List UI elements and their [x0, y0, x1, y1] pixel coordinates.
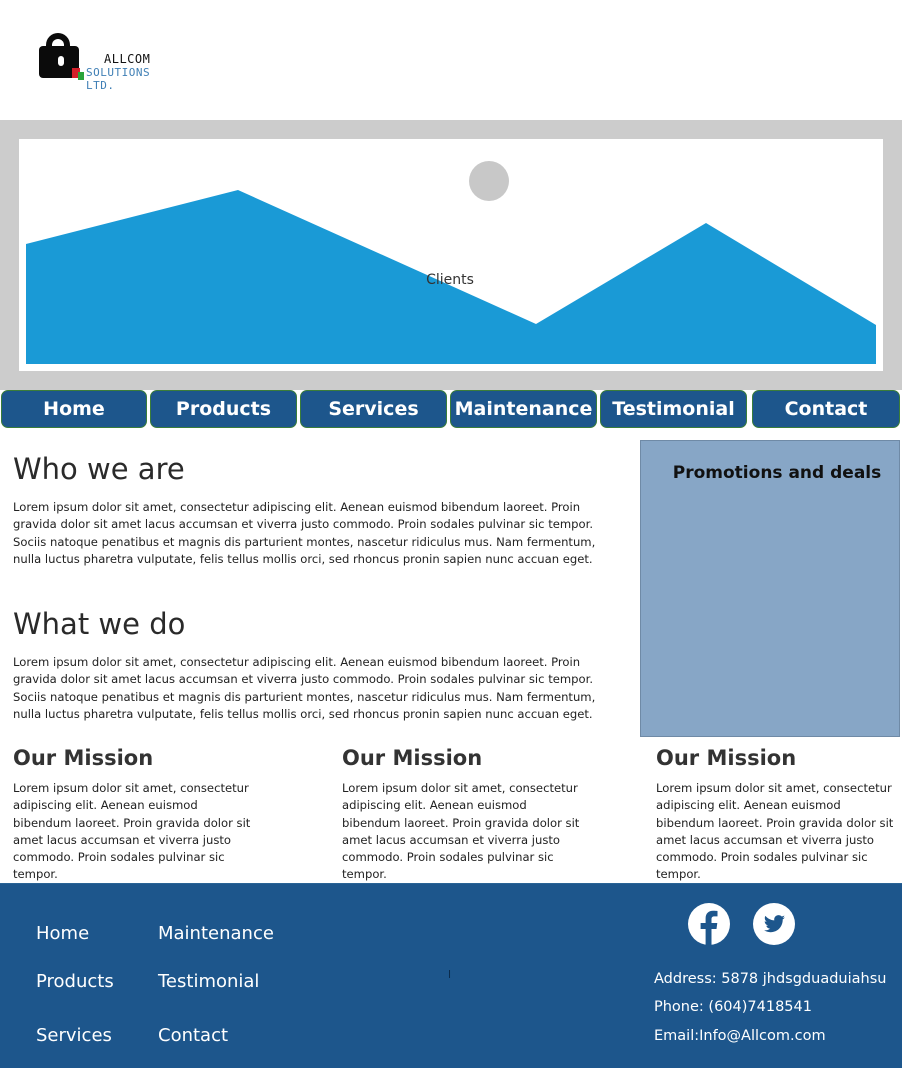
- footer-divider-mark: l: [448, 968, 452, 981]
- footer-link-maintenance[interactable]: Maintenance: [158, 923, 274, 944]
- nav-services-button[interactable]: Services: [300, 390, 447, 428]
- keyhole-shape: [58, 56, 64, 66]
- main-nav: Home Products Services Maintenance Testi…: [0, 390, 902, 430]
- mission-heading: Our Mission: [342, 746, 483, 770]
- facebook-icon[interactable]: [687, 902, 731, 946]
- twitter-icon[interactable]: [752, 902, 796, 946]
- site-logo[interactable]: ALLCOM SOLUTIONS LTD.: [36, 32, 181, 92]
- footer-link-products[interactable]: Products: [36, 971, 114, 992]
- footer-link-home[interactable]: Home: [36, 923, 89, 944]
- site-footer: Home Maintenance Products Testimonial Se…: [0, 883, 902, 1068]
- footer-link-services[interactable]: Services: [36, 1025, 112, 1046]
- mission-text: Lorem ipsum dolor sit amet, consectetur …: [342, 781, 580, 882]
- what-we-do-heading: What we do: [13, 607, 186, 641]
- mission-heading: Our Mission: [656, 746, 797, 770]
- footer-link-testimonial[interactable]: Testimonial: [158, 971, 259, 992]
- nav-products-button[interactable]: Products: [150, 390, 297, 428]
- footer-address: Address: 5878 jhdsgduaduiahsu: [654, 971, 887, 987]
- nav-contact-button[interactable]: Contact: [752, 390, 900, 428]
- what-we-do-text: Lorem ipsum dolor sit amet, consectetur …: [13, 655, 596, 721]
- mountain-landscape-icon: [26, 161, 876, 364]
- footer-email[interactable]: Email:Info@Allcom.com: [654, 1028, 826, 1044]
- footer-link-contact[interactable]: Contact: [158, 1025, 228, 1046]
- footer-phone: Phone: (604)7418541: [654, 999, 812, 1015]
- nav-testimonial-button[interactable]: Testimonial: [600, 390, 747, 428]
- nav-maintenance-button[interactable]: Maintenance: [450, 390, 597, 428]
- hero-image-placeholder: Clients: [19, 139, 883, 371]
- mission-heading: Our Mission: [13, 746, 154, 770]
- who-we-are-text: Lorem ipsum dolor sit amet, consectetur …: [13, 500, 596, 566]
- logo-green-block: [78, 72, 84, 80]
- mission-text: Lorem ipsum dolor sit amet, consectetur …: [656, 781, 894, 882]
- sun-shape: [469, 161, 509, 201]
- logo-name-line2: SOLUTIONS LTD.: [86, 66, 151, 92]
- hero-banner: Clients: [0, 120, 902, 390]
- promotions-panel: Promotions and deals: [640, 440, 900, 737]
- mission-text: Lorem ipsum dolor sit amet, consectetur …: [13, 781, 251, 882]
- promotions-title: Promotions and deals: [672, 463, 882, 483]
- hero-caption: Clients: [426, 272, 474, 288]
- logo-name-line1: ALLCOM: [104, 52, 151, 66]
- who-we-are-heading: Who we are: [13, 452, 185, 486]
- nav-home-button[interactable]: Home: [1, 390, 147, 428]
